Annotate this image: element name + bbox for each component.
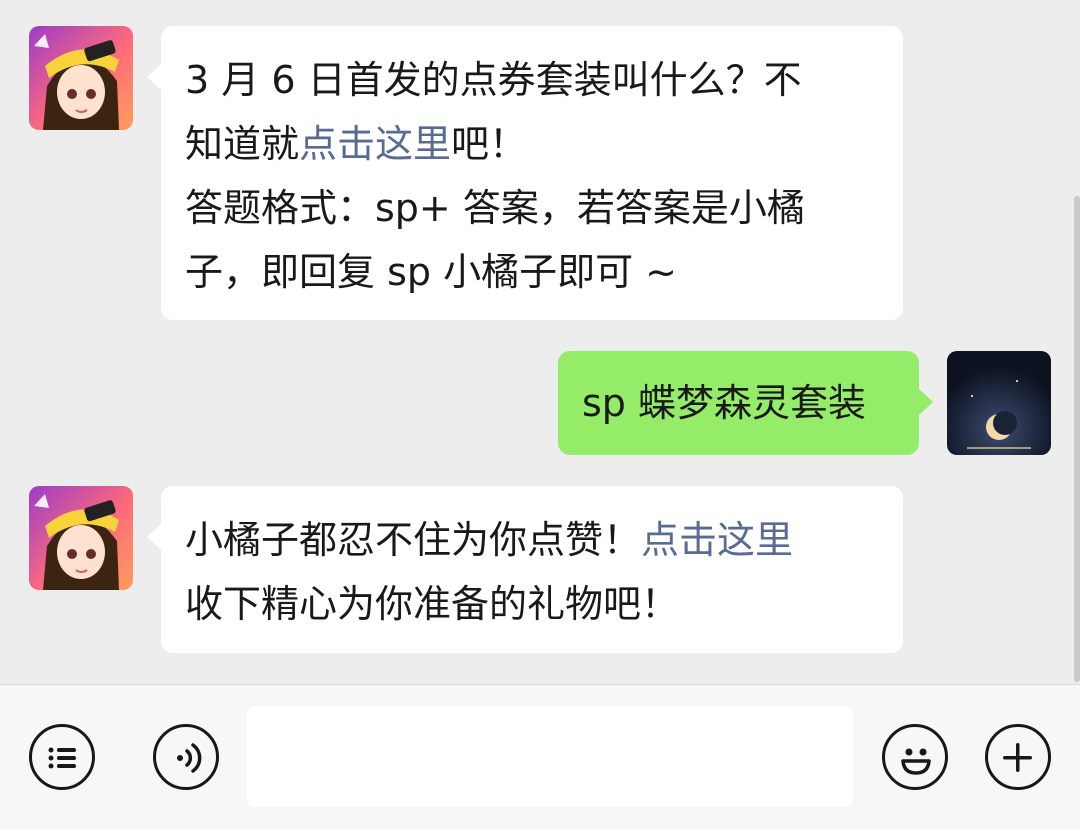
message-bubble-incoming[interactable]: 3 月 6 日首发的点券套装叫什么？不 知道就点击这里吧！ 答题格式：sp+ 答… (147, 26, 903, 320)
emoji-button[interactable] (882, 724, 948, 790)
moon-night-icon (947, 351, 1051, 455)
message-line: 知道就点击这里吧！ (185, 122, 528, 166)
voice-icon (177, 743, 202, 773)
game-mascot-icon (29, 26, 133, 130)
message-line: 3 月 6 日首发的点券套装叫什么？不 (185, 58, 802, 102)
sender-avatar[interactable] (29, 26, 133, 130)
menu-button[interactable] (29, 724, 95, 790)
message-input[interactable] (247, 706, 853, 807)
input-toolbar (0, 684, 1080, 830)
emoji-icon (901, 748, 931, 775)
plus-icon (1003, 743, 1032, 772)
self-avatar[interactable] (947, 351, 1051, 455)
click-here-link[interactable]: 点击这里 (299, 122, 451, 166)
message-line: 答题格式：sp+ 答案，若答案是小橘 (185, 186, 805, 230)
add-button[interactable] (985, 724, 1051, 790)
scrollbar[interactable] (1074, 196, 1080, 682)
sender-avatar[interactable] (29, 486, 133, 590)
list-menu-icon (48, 747, 76, 769)
voice-button[interactable] (153, 724, 219, 790)
game-mascot-icon (29, 486, 133, 590)
chat-area: 3 月 6 日首发的点券套装叫什么？不 知道就点击这里吧！ 答题格式：sp+ 答… (0, 0, 1080, 684)
message-text: sp 蝶梦森灵套装 (582, 381, 866, 425)
message-line: 小橘子都忍不住为你点赞！点击这里 (185, 518, 794, 562)
message-bubble-outgoing[interactable]: sp 蝶梦森灵套装 (558, 351, 933, 455)
message-line: 收下精心为你准备的礼物吧！ (185, 582, 680, 626)
click-here-link[interactable]: 点击这里 (641, 518, 793, 562)
message-bubble-incoming[interactable]: 小橘子都忍不住为你点赞！点击这里 收下精心为你准备的礼物吧！ (147, 486, 903, 653)
message-line: 子，即回复 sp 小橘子即可 ~ (185, 250, 677, 294)
